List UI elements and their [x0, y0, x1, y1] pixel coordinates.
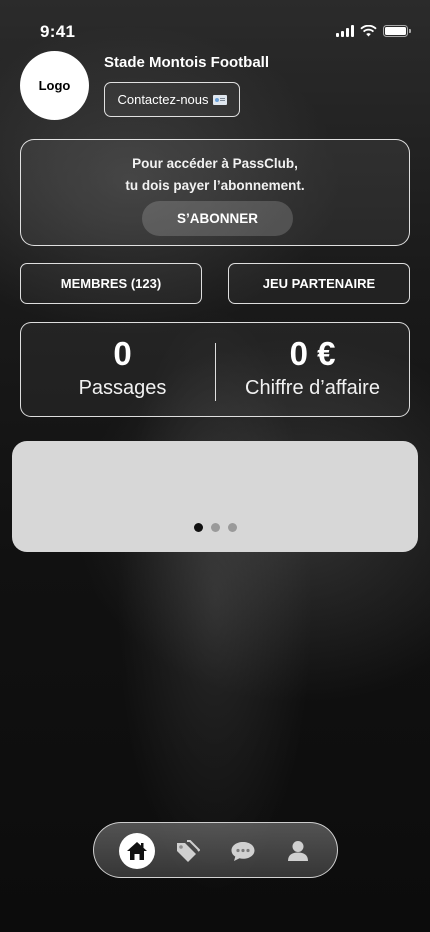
carousel-dot[interactable]: [193, 523, 203, 532]
club-logo: Logo: [20, 51, 89, 120]
cellular-signal-icon: [336, 25, 354, 37]
contact-button[interactable]: Contactez-nous: [104, 82, 240, 117]
partner-game-button[interactable]: JEU PARTENAIRE: [228, 263, 410, 304]
status-bar: 9:41: [0, 0, 430, 50]
members-button[interactable]: MEMBRES (123): [20, 263, 202, 304]
banner-carousel[interactable]: [12, 441, 418, 552]
passages-value: 0: [113, 335, 132, 372]
tab-messages[interactable]: [225, 833, 261, 869]
subscription-line-2: tu dois payer l’abonnement.: [125, 178, 305, 193]
contact-button-label: Contactez-nous: [117, 92, 209, 107]
subscription-card: Pour accéder à PassClub, tu dois payer l…: [20, 139, 410, 246]
tab-profile[interactable]: [280, 833, 316, 869]
passages-stat: 0 Passages: [21, 333, 224, 401]
carousel-dot[interactable]: [227, 523, 237, 532]
passages-label: Passages: [78, 377, 167, 399]
chat-icon: [231, 842, 255, 861]
profile-icon: [288, 841, 308, 861]
tab-offers[interactable]: [169, 833, 205, 869]
contact-card-icon: [212, 94, 227, 105]
home-icon: [127, 842, 147, 860]
tab-home[interactable]: [119, 833, 155, 869]
status-icons: [336, 25, 411, 37]
club-name: Stade Montois Football: [104, 54, 269, 71]
subscription-message: Pour accéder à PassClub, tu dois payer l…: [21, 153, 409, 197]
revenue-stat: 0 € Chiffre d’affaire: [214, 333, 411, 401]
tags-icon: [177, 840, 200, 862]
wifi-icon: [360, 25, 377, 37]
bottom-tab-bar: [93, 822, 338, 878]
revenue-value: 0 €: [289, 335, 336, 372]
carousel-pagination: [12, 523, 418, 532]
carousel-dot[interactable]: [210, 523, 220, 532]
battery-icon: [383, 25, 411, 37]
revenue-label: Chiffre d’affaire: [245, 377, 380, 399]
subscription-line-1: Pour accéder à PassClub,: [132, 156, 298, 171]
stats-card: 0 Passages 0 € Chiffre d’affaire: [20, 322, 410, 417]
status-time: 9:41: [40, 22, 76, 41]
subscribe-button[interactable]: S’ABONNER: [142, 201, 293, 236]
